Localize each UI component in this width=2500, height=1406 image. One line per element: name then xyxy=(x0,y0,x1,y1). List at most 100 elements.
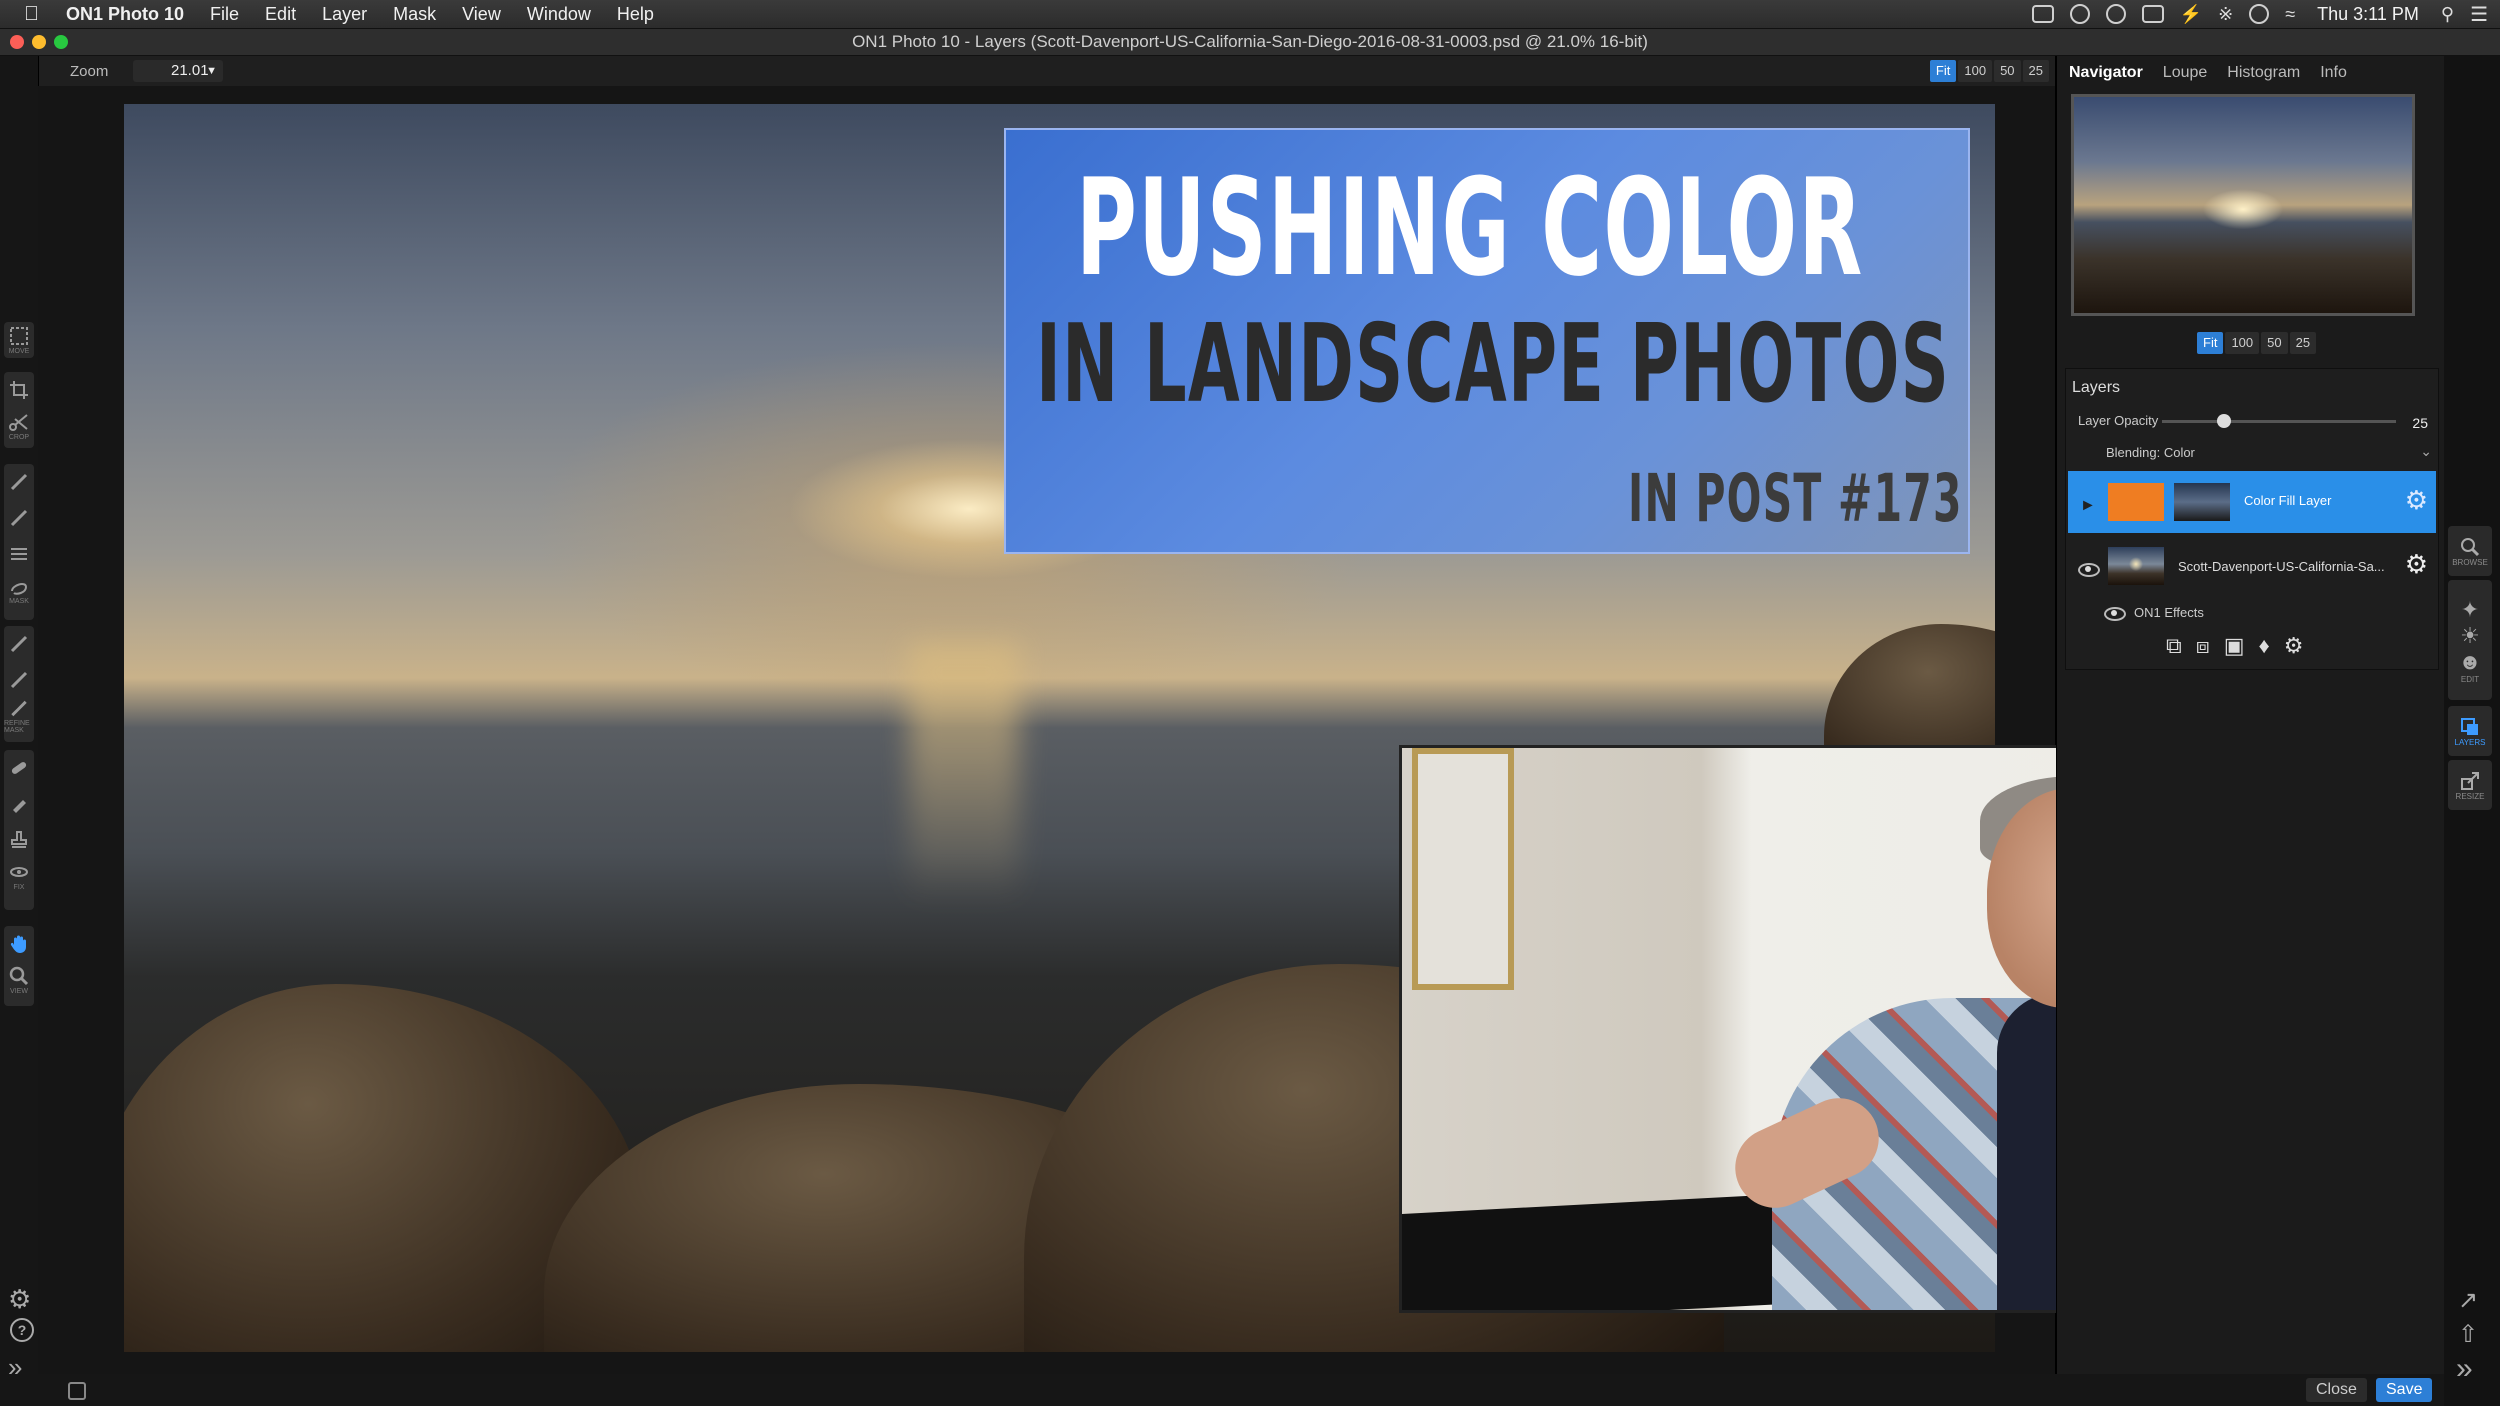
blur-brush-icon xyxy=(11,700,27,717)
retouch-brush-tool[interactable] xyxy=(4,750,34,786)
new-layer-icon[interactable]: ⧉ xyxy=(2166,633,2182,659)
effects-sublayer[interactable]: ON1 Effects xyxy=(2068,599,2436,625)
close-button[interactable]: Close xyxy=(2306,1378,2367,1402)
magnifier-icon xyxy=(9,966,29,986)
menu-mask[interactable]: Mask xyxy=(380,4,449,25)
browse-caption: BROWSE xyxy=(2452,557,2488,567)
app-menu[interactable]: ON1 Photo 10 xyxy=(53,4,197,25)
layer-options-gear-icon[interactable]: ⚙ xyxy=(2284,633,2304,659)
zoom-50-button[interactable]: 50 xyxy=(1994,60,2021,82)
nav-zoom-100-button[interactable]: 100 xyxy=(2225,332,2260,354)
tab-info[interactable]: Info xyxy=(2320,64,2347,82)
opacity-slider-track[interactable] xyxy=(2162,420,2396,423)
layer-row-photo[interactable]: Scott-Davenport-US-California-Sa... ⚙ xyxy=(2068,537,2436,597)
zoom-fit-button[interactable]: Fit xyxy=(1929,60,1957,82)
tab-histogram[interactable]: Histogram xyxy=(2227,64,2300,82)
opacity-value[interactable]: 25 xyxy=(2412,415,2428,431)
visibility-eye-icon[interactable] xyxy=(2078,563,2100,577)
menu-file[interactable]: File xyxy=(197,4,252,25)
expand-panel-icon[interactable]: » xyxy=(8,1352,22,1383)
wifi-icon[interactable]: ≈ xyxy=(2285,4,2295,25)
blur-mask-tool[interactable]: REFINE MASK xyxy=(4,698,34,734)
layers-panel: Layers Layer Opacity 25 Blending: Color … xyxy=(2065,368,2439,670)
clone-stamp-tool[interactable] xyxy=(4,822,34,858)
zoom-100-button[interactable]: 100 xyxy=(1958,60,1993,82)
layer-actions: ⧉ ⧈ ▣ ♦ ⚙ xyxy=(2166,633,2303,659)
export-icon[interactable]: ⇧ xyxy=(2458,1320,2478,1349)
screen-record-icon[interactable] xyxy=(2031,5,2054,23)
edit-module-button[interactable]: ✦ ☀ ☻ EDIT xyxy=(2448,580,2492,700)
layer-row-color-fill[interactable]: ► Color Fill Layer ⚙ xyxy=(2068,471,2436,533)
chisel-tool[interactable] xyxy=(4,662,34,698)
settings-gear-icon[interactable]: ⚙ xyxy=(8,1284,31,1315)
nav-zoom-50-button[interactable]: 50 xyxy=(2261,332,2288,354)
menu-view[interactable]: View xyxy=(449,4,514,25)
layer-name[interactable]: Color Fill Layer xyxy=(2244,493,2331,508)
resize-module-button[interactable]: RESIZE xyxy=(2448,760,2492,810)
minimize-window-icon[interactable] xyxy=(32,35,46,49)
help-icon[interactable]: ? xyxy=(10,1318,34,1342)
layer-mask-thumbnail[interactable] xyxy=(2174,483,2230,521)
navigator-thumbnail[interactable] xyxy=(2071,94,2415,316)
browse-module-button[interactable]: BROWSE xyxy=(2448,526,2492,576)
expand-panel-icon[interactable]: » xyxy=(2456,1352,2473,1386)
masking-brush-tool[interactable] xyxy=(4,464,34,500)
menu-layer[interactable]: Layer xyxy=(309,4,380,25)
crop-tool[interactable] xyxy=(4,372,34,408)
eye-icon xyxy=(10,867,28,877)
spotlight-search-icon[interactable]: ⚲ xyxy=(2441,4,2454,25)
layers-module-button[interactable]: LAYERS xyxy=(2448,706,2492,756)
red-eye-tool[interactable]: FIX xyxy=(4,858,34,894)
bluetooth-icon[interactable]: ※ xyxy=(2218,4,2233,25)
share-icon[interactable]: ↗ xyxy=(2458,1286,2478,1315)
zoom-window-icon[interactable] xyxy=(54,35,68,49)
nav-zoom-fit-button[interactable]: Fit xyxy=(2197,332,2224,354)
preview-toggle-icon[interactable] xyxy=(68,1382,86,1400)
move-tool-group: MOVE xyxy=(4,322,34,358)
layer-name[interactable]: Scott-Davenport-US-California-Sa... xyxy=(2178,559,2385,574)
layer-settings-gear-icon[interactable]: ⚙ xyxy=(2405,485,2428,516)
opacity-slider-thumb[interactable] xyxy=(2217,414,2231,428)
menu-window[interactable]: Window xyxy=(514,4,604,25)
zoom-tool[interactable]: VIEW xyxy=(4,962,34,998)
zoom-dropdown[interactable]: 21.01 ▼ xyxy=(133,60,223,82)
menu-help[interactable]: Help xyxy=(604,4,667,25)
menu-edit[interactable]: Edit xyxy=(252,4,309,25)
lasso-tool[interactable]: MASK xyxy=(4,572,34,608)
transform-tool[interactable]: CROP xyxy=(4,408,34,444)
window-titlebar: ON1 Photo 10 - Layers (Scott-Davenport-U… xyxy=(0,29,2500,56)
layer-settings-gear-icon[interactable]: ⚙ xyxy=(2405,549,2428,580)
tab-navigator[interactable]: Navigator xyxy=(2069,64,2143,82)
close-window-icon[interactable] xyxy=(10,35,24,49)
nav-zoom-25-button[interactable]: 25 xyxy=(2289,332,2317,354)
options-bar: Zoom 21.01 ▼ Fit 100 50 25 xyxy=(38,56,2055,87)
zoom-25-button[interactable]: 25 xyxy=(2022,60,2049,82)
notification-center-icon[interactable]: ☰ xyxy=(2470,2,2488,27)
visibility-eye-icon[interactable] xyxy=(2104,607,2126,621)
chevron-down-icon[interactable]: ⌄ xyxy=(2420,443,2432,460)
time-machine-icon[interactable] xyxy=(2249,4,2270,24)
move-tool[interactable]: MOVE xyxy=(4,322,34,358)
merge-layer-icon[interactable]: ▣ xyxy=(2224,633,2245,659)
refine-brush-tool[interactable] xyxy=(4,626,34,662)
fill-layer-icon[interactable]: ♦ xyxy=(2259,633,2270,659)
creative-cloud-icon[interactable] xyxy=(2105,4,2126,24)
perfect-eraser-tool[interactable] xyxy=(4,786,34,822)
save-button[interactable]: Save xyxy=(2376,1378,2433,1402)
masking-bug-tool[interactable] xyxy=(4,500,34,536)
duplicate-layer-icon[interactable]: ⧈ xyxy=(2196,633,2210,659)
flash-icon[interactable]: ⚡ xyxy=(2180,4,2202,25)
tab-loupe[interactable]: Loupe xyxy=(2163,64,2208,82)
apple-menu-icon[interactable]:  xyxy=(0,3,53,26)
layer-thumbnail[interactable] xyxy=(2108,547,2164,585)
blending-mode-select[interactable]: Blending: Color xyxy=(2106,445,2195,460)
hand-tool[interactable] xyxy=(4,926,34,962)
move-caption: MOVE xyxy=(8,348,30,355)
color-fill-swatch[interactable] xyxy=(2108,483,2164,521)
crop-tool-group: CROP xyxy=(4,372,34,448)
gradient-mask-tool[interactable] xyxy=(4,536,34,572)
app-status-icon[interactable] xyxy=(2141,5,2164,23)
dropbox-icon[interactable] xyxy=(2069,4,2090,24)
clock[interactable]: Thu 3:11 PM xyxy=(2317,4,2419,25)
portrait-icon: ☻ xyxy=(2458,648,2482,674)
